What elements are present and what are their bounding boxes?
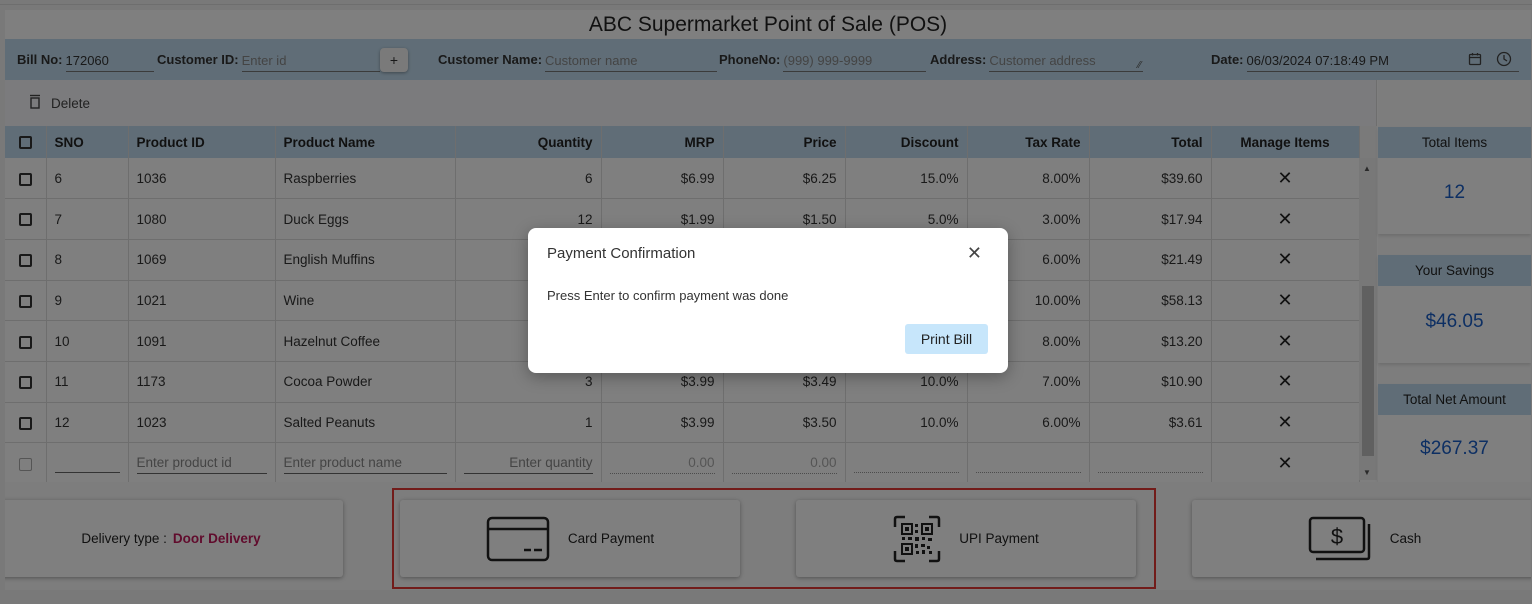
payment-confirmation-dialog: Payment Confirmation ✕ Press Enter to co… xyxy=(528,228,1008,373)
print-bill-button[interactable]: Print Bill xyxy=(905,324,988,354)
close-icon[interactable]: ✕ xyxy=(967,243,982,264)
dialog-title: Payment Confirmation xyxy=(547,245,696,262)
dialog-message: Press Enter to confirm payment was done xyxy=(547,288,789,303)
